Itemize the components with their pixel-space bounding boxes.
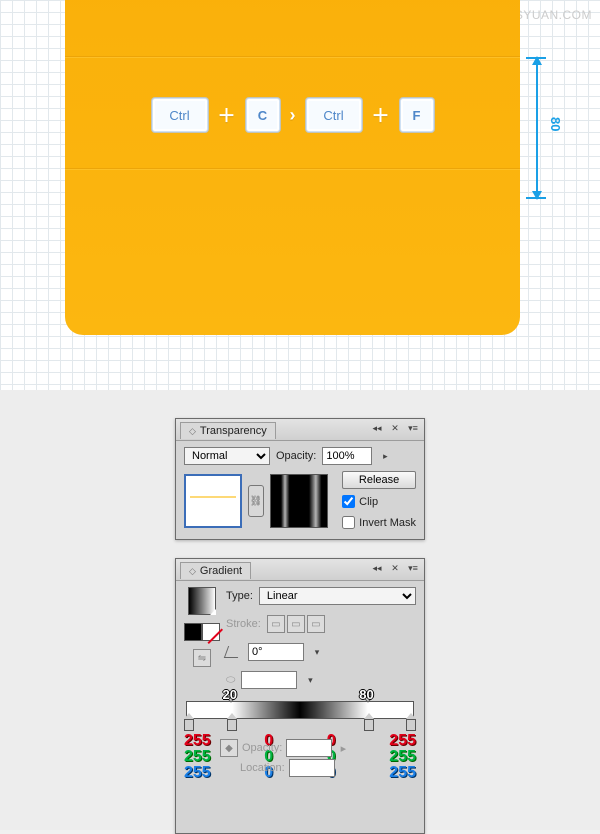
- close-icon[interactable]: ✕: [388, 422, 402, 434]
- stroke-mode-3[interactable]: ▭: [307, 615, 325, 633]
- reverse-gradient-icon[interactable]: ⇋: [193, 649, 211, 667]
- gradient-panel: Gradient ◂◂ ✕ ▾≡ ⇋ Type:: [175, 558, 425, 834]
- panel-menu-icon[interactable]: ▾≡: [406, 422, 420, 434]
- key-ctrl-1: Ctrl: [152, 98, 208, 132]
- stop-location-input[interactable]: [289, 759, 335, 777]
- opacity-stop-icon: ◆: [220, 739, 238, 757]
- release-button[interactable]: Release: [342, 471, 416, 489]
- opacity-input[interactable]: [322, 447, 372, 465]
- fold-line-1: [65, 56, 520, 58]
- chevron-right-icon: ›: [290, 105, 296, 126]
- gradient-stop[interactable]: [227, 719, 237, 731]
- artboard-grid: 思缘设计论坛 WWW.MISSYUAN.COM Ctrl ＋ C › Ctrl …: [0, 0, 600, 390]
- gradient-type-select[interactable]: Linear: [259, 587, 416, 605]
- stop-opacity-label: Opacity:: [242, 742, 282, 754]
- orange-shape[interactable]: Ctrl ＋ C › Ctrl ＋ F: [65, 0, 520, 335]
- invert-mask-input[interactable]: [342, 516, 355, 529]
- plus-icon: ＋: [372, 102, 390, 128]
- close-icon[interactable]: ✕: [388, 562, 402, 574]
- clip-checkbox-input[interactable]: [342, 495, 355, 508]
- clip-checkbox[interactable]: Clip: [342, 495, 416, 508]
- transparency-tab[interactable]: Transparency: [180, 422, 276, 439]
- panel-menu-icon[interactable]: ▾≡: [406, 562, 420, 574]
- object-thumbnail[interactable]: [184, 474, 242, 528]
- plus-icon: ＋: [218, 102, 236, 128]
- stop-position-left: 20: [222, 687, 236, 702]
- panel-header[interactable]: Transparency ◂◂ ✕ ▾≡: [176, 419, 424, 441]
- key-c: C: [246, 98, 280, 132]
- none-swatch[interactable]: [202, 623, 220, 641]
- dropdown-icon[interactable]: ▸: [378, 450, 392, 462]
- type-label: Type:: [226, 590, 253, 602]
- stroke-label: Stroke:: [226, 618, 261, 630]
- mask-thumbnail[interactable]: [270, 474, 328, 528]
- shortcut-hint: Ctrl ＋ C › Ctrl ＋ F: [65, 98, 520, 132]
- key-ctrl-2: Ctrl: [306, 98, 362, 132]
- gradient-stop[interactable]: [406, 719, 416, 731]
- dropdown-icon[interactable]: ▾: [303, 674, 317, 686]
- angle-icon: [224, 646, 242, 658]
- collapse-left-icon[interactable]: ◂◂: [370, 562, 384, 574]
- gradient-stop[interactable]: [364, 719, 374, 731]
- dropdown-icon[interactable]: ▾: [310, 646, 324, 658]
- stop-opacity-input[interactable]: [286, 739, 332, 757]
- panel-header[interactable]: Gradient ◂◂ ✕ ▾≡: [176, 559, 424, 581]
- collapse-left-icon[interactable]: ◂◂: [370, 422, 384, 434]
- aspect-icon: ⬭: [226, 674, 235, 687]
- gradient-ramp[interactable]: 20 80: [186, 701, 414, 719]
- stop-position-right: 80: [359, 687, 373, 702]
- blend-mode-select[interactable]: Normal: [184, 447, 270, 465]
- stroke-mode-1[interactable]: ▭: [267, 615, 285, 633]
- opacity-label: Opacity:: [276, 450, 316, 462]
- stroke-mode-2[interactable]: ▭: [287, 615, 305, 633]
- dropdown-icon[interactable]: ▸: [336, 742, 350, 754]
- transparency-panel: Transparency ◂◂ ✕ ▾≡ Normal Opacity: ▸ ⛓: [175, 418, 425, 540]
- angle-input[interactable]: [248, 643, 304, 661]
- invert-mask-checkbox[interactable]: Invert Mask: [342, 516, 416, 529]
- fold-line-2: [65, 168, 520, 170]
- measurement-value: 80: [548, 117, 563, 131]
- stop-location-label: Location:: [240, 762, 285, 774]
- key-f: F: [400, 98, 434, 132]
- link-mask-icon[interactable]: ⛓: [248, 485, 264, 517]
- fill-swatch[interactable]: [184, 623, 202, 641]
- aspect-input[interactable]: [241, 671, 297, 689]
- gradient-tab[interactable]: Gradient: [180, 562, 251, 579]
- gradient-stop[interactable]: [184, 719, 194, 731]
- gradient-swatch[interactable]: [188, 587, 216, 615]
- measurement-guide: 80: [530, 57, 570, 199]
- panels-area: Transparency ◂◂ ✕ ▾≡ Normal Opacity: ▸ ⛓: [0, 390, 600, 830]
